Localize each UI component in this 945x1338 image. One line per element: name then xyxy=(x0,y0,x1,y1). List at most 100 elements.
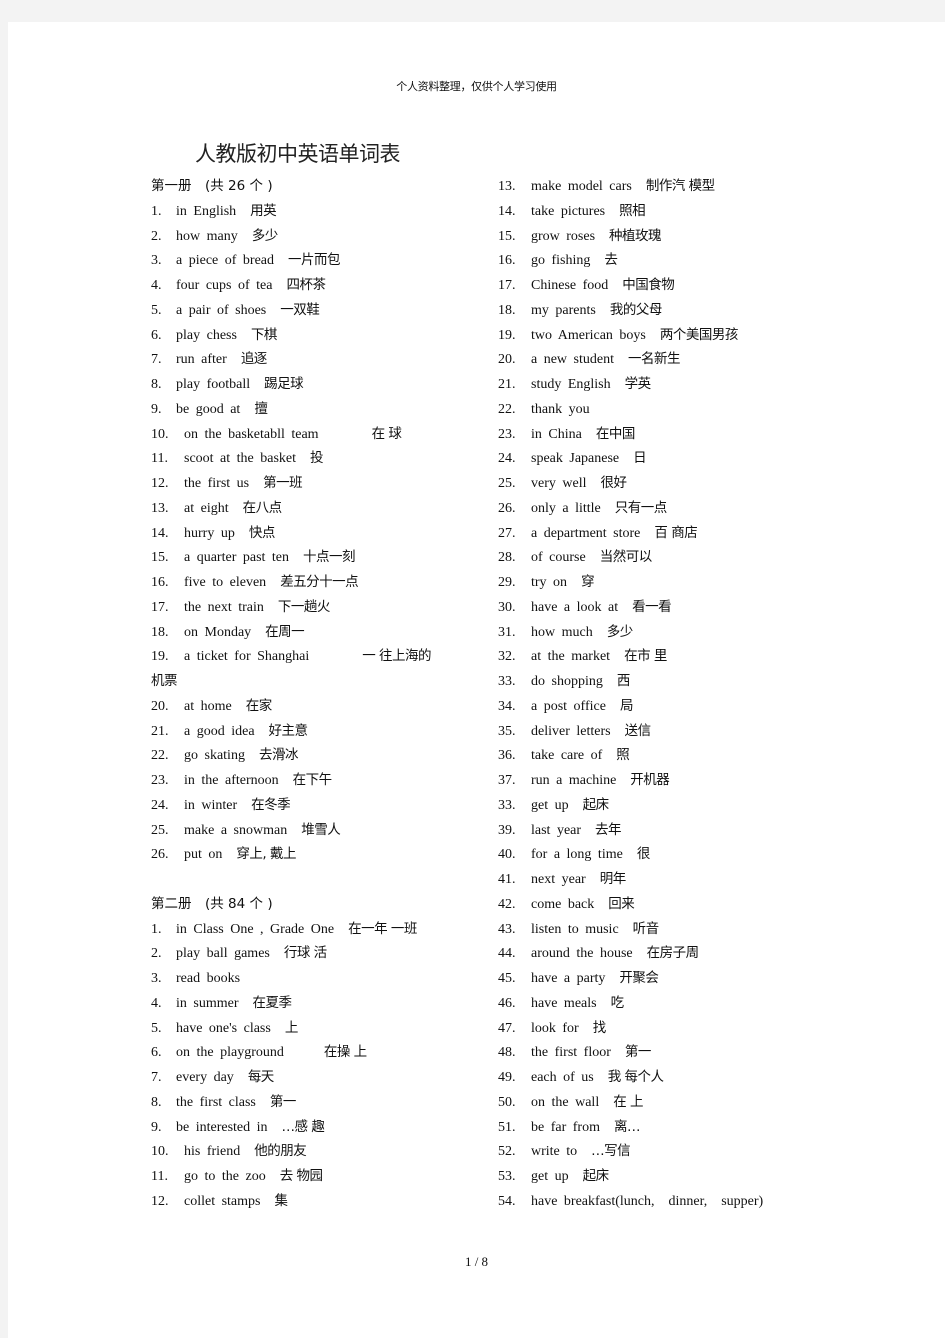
vocab-item: 47. look for 找 xyxy=(498,1019,606,1037)
vocab-item: 29. try on 穿 xyxy=(498,573,595,591)
vocab-chinese: 差五分十一点 xyxy=(280,574,359,590)
vocab-chinese: 上 xyxy=(284,1019,299,1036)
vocab-chinese: 快点 xyxy=(248,524,276,541)
vocab-item: 37. run a machine 开机器 xyxy=(498,771,670,789)
vocab-item: 41. next year 明年 xyxy=(498,870,626,888)
vocab-english: go skating xyxy=(184,748,245,764)
section-heading-text: 第二册 (共 84 个 ) xyxy=(151,895,273,912)
vocab-english: at home xyxy=(184,698,232,714)
page-indicator: 1 / 8 xyxy=(464,1254,489,1269)
vocab-item: 46. have meals 吃 xyxy=(498,994,624,1012)
vocab-item: 35. deliver letters 送信 xyxy=(498,722,651,740)
vocab-chinese: 他的朋友 xyxy=(254,1143,307,1160)
vocab-number: 50. xyxy=(498,1094,516,1110)
vocab-number: 35. xyxy=(498,723,516,739)
vocab-chinese: 堆雪人 xyxy=(301,821,341,838)
vocab-chinese: …写信 xyxy=(591,1143,631,1160)
vocab-item: 15. a quarter past ten 十点一刻 xyxy=(151,548,356,566)
vocab-chinese: 百 商店 xyxy=(654,524,698,541)
vocab-item: 39. last year 去年 xyxy=(498,821,622,839)
vocab-number: 23. xyxy=(498,426,516,442)
vocab-number: 21. xyxy=(151,723,169,739)
vocab-item: 31. how much 多少 xyxy=(498,623,633,641)
vocab-number: 7. xyxy=(151,352,162,368)
vocab-item: 24. in winter 在冬季 xyxy=(151,796,291,814)
vocab-item: 40. for a long time 很 xyxy=(498,845,650,863)
vocab-item: 14. take pictures 照相 xyxy=(498,202,646,220)
vocab-english: of course xyxy=(531,550,586,566)
vocab-chinese: 一名新生 xyxy=(627,351,681,368)
vocab-number: 19. xyxy=(151,649,169,665)
vocab-item: 1. in Class One , Grade One 在一年 一班 xyxy=(151,920,417,938)
vocab-number: 11. xyxy=(151,1169,168,1184)
vocab-number: 12. xyxy=(151,476,169,491)
vocab-item: 19. a ticket for Shanghai 一 往上海的 xyxy=(151,647,432,665)
vocab-item: 20. a new student 一名新生 xyxy=(498,350,680,368)
vocab-chinese: 追逐 xyxy=(240,351,268,368)
vocab-english: run after xyxy=(176,352,227,368)
vocab-chinese: 在市 里 xyxy=(624,648,667,665)
vocab-english: speak Japanese xyxy=(531,451,620,467)
vocab-item: 50. on the wall 在 上 xyxy=(498,1093,644,1111)
vocab-number: 39. xyxy=(498,822,516,838)
document-title: 人教版初中英语单词表 xyxy=(195,142,401,166)
vocab-chinese: …感 趣 xyxy=(281,1118,325,1135)
vocab-chinese: 去滑冰 xyxy=(258,747,299,764)
vocab-english: on the wall xyxy=(531,1094,600,1110)
vocab-item: 54. have breakfast(lunch, dinner, supper) xyxy=(498,1192,777,1210)
vocab-english: have a look at xyxy=(531,599,619,615)
vocab-chinese: 在中国 xyxy=(595,425,636,442)
vocab-item: 17. Chinese food 中国食物 xyxy=(498,276,675,294)
vocab-item: 6. play chess 下棋 xyxy=(151,326,277,344)
vocab-chinese: 在 球 xyxy=(332,425,402,442)
vocab-item: 11. scoot at the basket 投 xyxy=(151,449,324,467)
vocab-english: make a snowman xyxy=(184,822,288,838)
vocab-number: 15. xyxy=(498,228,516,244)
vocab-number: 54. xyxy=(498,1193,516,1209)
vocab-number: 21. xyxy=(498,377,516,392)
vocab-number: 42. xyxy=(498,896,516,912)
vocab-english: write to xyxy=(531,1144,578,1160)
vocab-number: 24. xyxy=(498,451,516,467)
vocab-chinese: 多少 xyxy=(251,227,279,244)
vocab-item: 53. get up 起床 xyxy=(498,1167,609,1185)
vocab-number: 20. xyxy=(151,698,169,714)
vocab-item: 20. at home 在家 xyxy=(151,697,272,715)
vocab-chinese: 行球 活 xyxy=(283,945,327,962)
vocab-chinese: 一双鞋 xyxy=(280,301,320,318)
vocab-number: 44. xyxy=(498,946,516,962)
vocab-chinese: 四杯茶 xyxy=(286,277,326,293)
vocab-english: on Monday xyxy=(184,624,252,640)
vocab-english: very well xyxy=(531,476,587,491)
vocab-chinese: 第一 xyxy=(624,1044,652,1061)
vocab-chinese: 去年 xyxy=(595,821,622,838)
vocab-english: five to eleven xyxy=(184,575,267,590)
vocab-english: study English xyxy=(531,377,611,392)
vocab-english: in Class One , Grade One xyxy=(176,921,335,937)
vocab-english: next year xyxy=(531,872,586,887)
vocab-number: 20. xyxy=(498,352,516,368)
vocab-chinese: 我 每个人 xyxy=(607,1069,664,1085)
vocab-chinese: 下棋 xyxy=(250,326,278,343)
vocab-chinese: 听音 xyxy=(632,920,660,937)
vocab-english: be good at xyxy=(176,401,241,417)
vocab-english: a new student xyxy=(531,352,614,368)
vocab-item: 18. on Monday 在周一 xyxy=(151,623,305,641)
vocab-item: 26. put on 穿上, 戴上 xyxy=(151,845,296,863)
vocab-english: play ball games xyxy=(176,946,270,962)
vocab-item: 22. thank you xyxy=(498,400,604,418)
vocab-number: 23. xyxy=(151,773,169,788)
vocab-number: 24. xyxy=(151,797,169,813)
vocab-english: a quarter past ten xyxy=(184,550,290,566)
vocab-number: 16. xyxy=(498,253,516,269)
vocab-chinese: 我的父母 xyxy=(609,301,663,318)
vocab-item: 7. every day 每天 xyxy=(151,1068,274,1086)
vocab-english: my parents xyxy=(531,302,596,318)
vocab-item: 33. do shopping 西 xyxy=(498,672,630,690)
vocab-english: come back xyxy=(531,896,595,912)
vocab-item: 28. of course 当然可以 xyxy=(498,548,652,566)
vocab-chinese: 送信 xyxy=(624,722,652,739)
vocab-item: 10. his friend 他的朋友 xyxy=(151,1142,307,1160)
vocab-item: 13. make model cars 制作汽 模型 xyxy=(498,177,715,195)
vocab-english: on the basketabll team xyxy=(184,426,319,442)
